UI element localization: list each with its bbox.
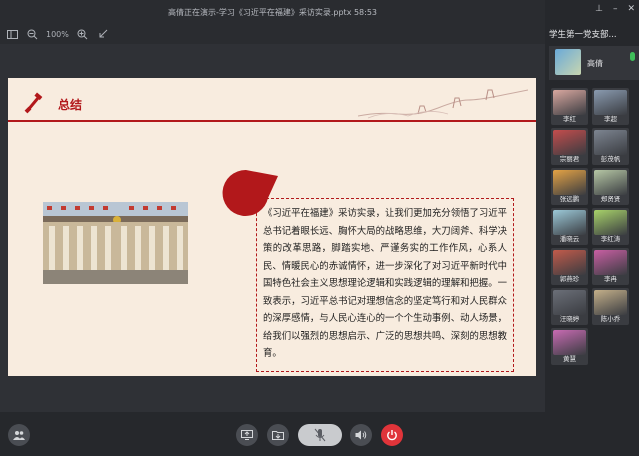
avatar xyxy=(555,49,581,75)
avatar xyxy=(553,250,586,275)
avatar xyxy=(594,130,627,155)
mute-toggle-button[interactable] xyxy=(298,424,342,446)
participants-button[interactable] xyxy=(8,424,30,446)
participant-tile[interactable]: 宗丽君 xyxy=(551,128,588,165)
party-emblem-icon xyxy=(22,86,52,116)
zoom-out-icon[interactable] xyxy=(26,28,38,40)
sidebar-toggle-icon[interactable] xyxy=(6,28,18,40)
host-name: 高倩 xyxy=(587,59,603,68)
avatar xyxy=(553,330,586,355)
participant-name: 宗丽君 xyxy=(559,155,580,163)
great-hall-photo xyxy=(43,202,188,284)
participant-name: 潘晓云 xyxy=(559,235,580,243)
participant-tile[interactable]: 李红涛 xyxy=(592,208,629,245)
share-screen-button[interactable] xyxy=(236,424,258,446)
participant-tile[interactable]: 李超 xyxy=(592,88,629,125)
avatar xyxy=(553,130,586,155)
file-button[interactable] xyxy=(267,424,289,446)
participant-name: 彭茂帆 xyxy=(600,155,621,163)
meeting-window: 高倩正在演示-学习《习近平在福建》采访实录.pptx 58:53 100% 总结… xyxy=(0,0,639,456)
participant-tile[interactable]: 陈小乔 xyxy=(592,288,629,325)
avatar xyxy=(553,210,586,235)
mic-muted-icon xyxy=(314,428,326,442)
participant-name: 李红涛 xyxy=(600,235,621,243)
participant-name: 黄慧 xyxy=(563,355,576,363)
slide-title: 总结 xyxy=(58,98,83,112)
participant-tile[interactable]: 郭燕珍 xyxy=(551,248,588,285)
end-meeting-button[interactable] xyxy=(381,424,403,446)
participant-name: 陈小乔 xyxy=(600,315,621,323)
participant-tile[interactable]: 彭茂帆 xyxy=(592,128,629,165)
window-controls: ⊥ – ✕ xyxy=(595,4,635,14)
great-wall-decoration xyxy=(357,86,529,120)
participant-name: 李红 xyxy=(563,115,576,123)
avatar xyxy=(594,170,627,195)
avatar xyxy=(594,210,627,235)
mic-active-icon xyxy=(630,52,635,61)
summary-text: 《习近平在福建》采访实录，让我们更加充分领悟了习近平总书记着眼长远、胸怀大局的战… xyxy=(263,208,507,359)
speaker-button[interactable] xyxy=(350,424,372,446)
close-icon[interactable]: ✕ xyxy=(627,4,635,14)
header-divider xyxy=(8,120,536,122)
participant-name: 汪晓婷 xyxy=(559,315,580,323)
participant-tile[interactable]: 黄慧 xyxy=(551,328,588,365)
participant-tile[interactable]: 张远鹏 xyxy=(551,168,588,205)
participant-tile[interactable]: 汪晓婷 xyxy=(551,288,588,325)
summary-textbox: 《习近平在福建》采访实录，让我们更加充分领悟了习近平总书记着眼长远、胸怀大局的战… xyxy=(256,198,514,372)
participant-tile[interactable]: 李冉 xyxy=(592,248,629,285)
avatar xyxy=(553,290,586,315)
participant-name: 郭燕珍 xyxy=(559,275,580,283)
host-card[interactable]: 高倩 xyxy=(549,46,639,80)
participant-name: 张远鹏 xyxy=(559,195,580,203)
avatar xyxy=(594,90,627,115)
window-title-bar: 高倩正在演示-学习《习近平在福建》采访实录.pptx 58:53 xyxy=(0,0,545,24)
participant-name: 李超 xyxy=(604,115,617,123)
participant-tile[interactable]: 郑贤贤 xyxy=(592,168,629,205)
shrink-arrow-icon[interactable] xyxy=(97,28,109,40)
group-title: 学生第一党支部... xyxy=(549,30,617,40)
participant-name: 李冉 xyxy=(604,275,617,283)
participant-tile[interactable]: 李红 xyxy=(551,88,588,125)
zoom-in-icon[interactable] xyxy=(77,28,89,40)
window-title: 高倩正在演示-学习《习近平在福建》采访实录.pptx 58:53 xyxy=(167,7,378,17)
avatar xyxy=(594,290,627,315)
avatar xyxy=(553,90,586,115)
participant-tile[interactable]: 潘晓云 xyxy=(551,208,588,245)
presentation-toolbar: 100% xyxy=(0,24,545,44)
zoom-level: 100% xyxy=(46,29,69,39)
participant-name: 郑贤贤 xyxy=(600,195,621,203)
pin-icon[interactable]: ⊥ xyxy=(595,4,603,14)
minimize-icon[interactable]: – xyxy=(613,4,618,14)
avatar xyxy=(553,170,586,195)
avatar xyxy=(594,250,627,275)
slide: 总结 《习近平在福建》采访实录，让我们更加充分领悟了习近平总书记着眼长远、胸怀大… xyxy=(8,78,536,376)
